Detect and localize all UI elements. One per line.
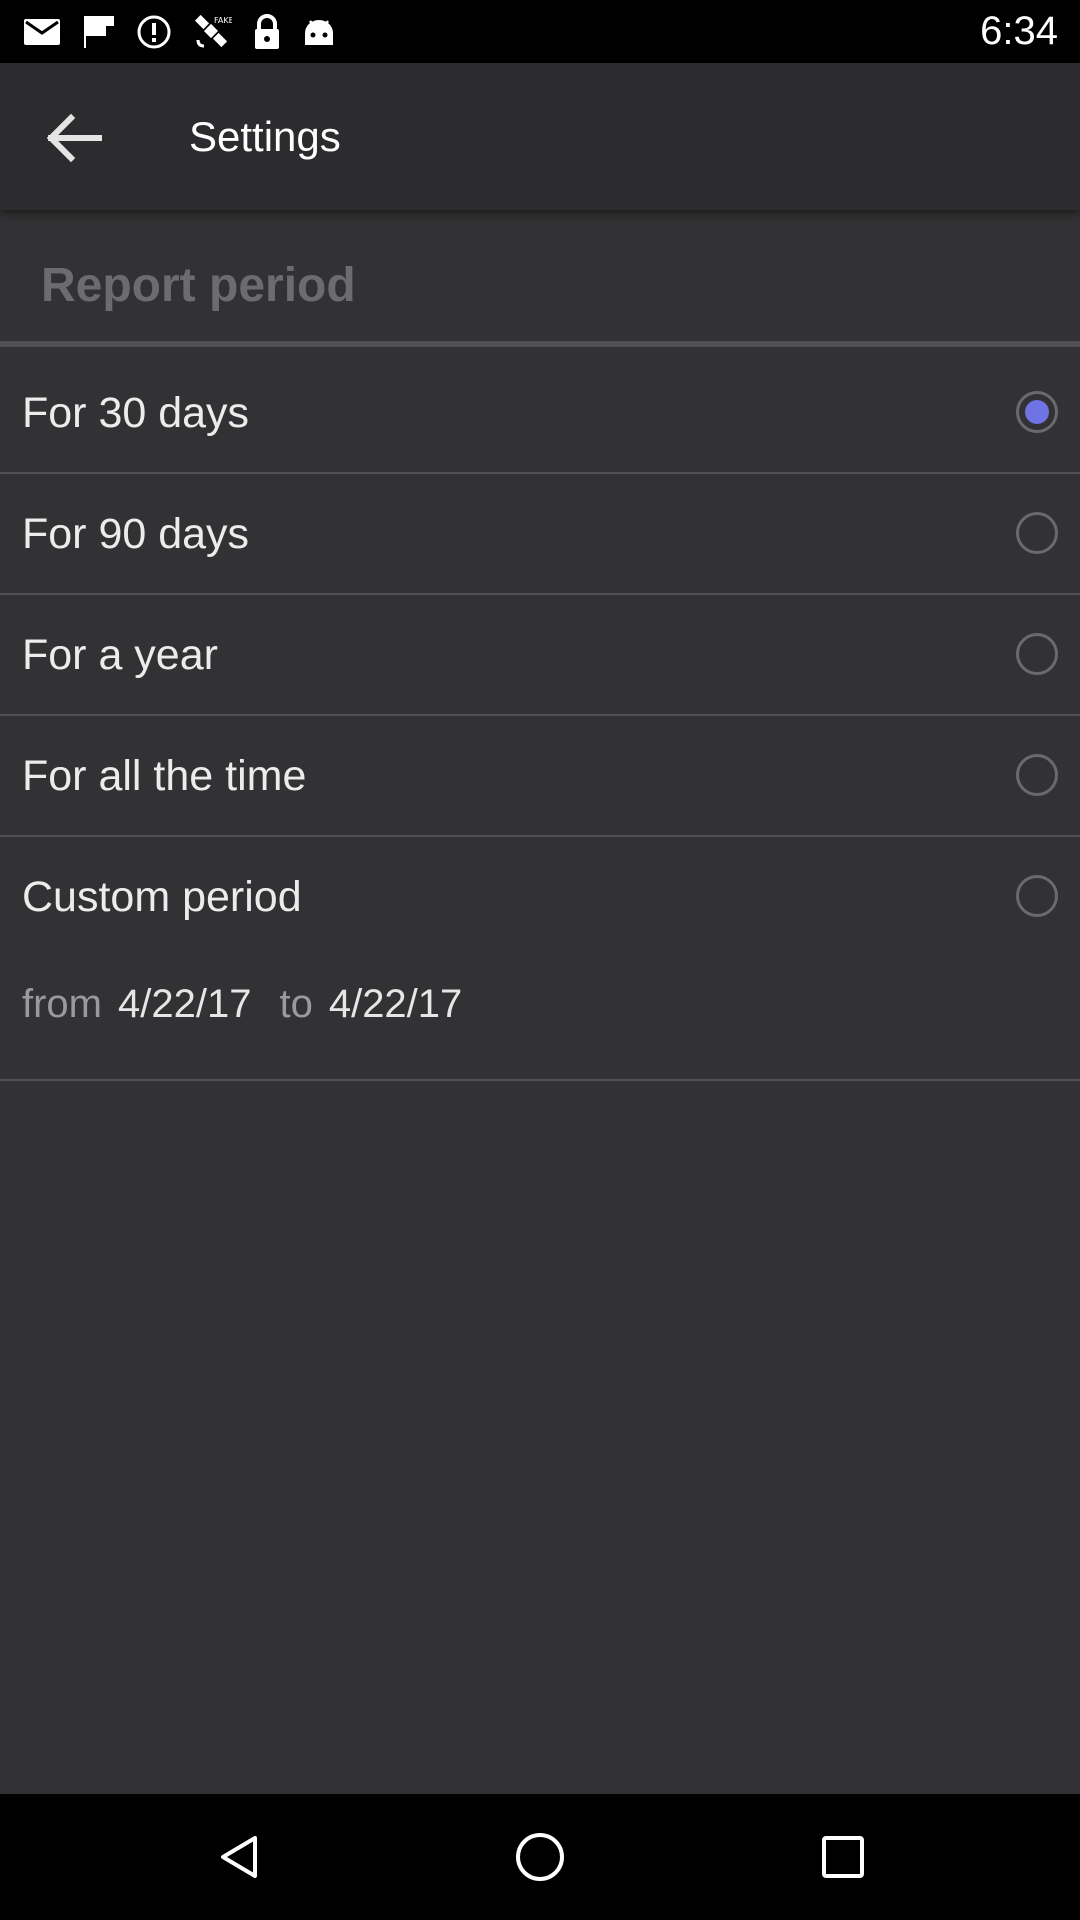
custom-date-range: from 4/22/17 to 4/22/17: [22, 964, 462, 1044]
arrow-left-icon: [46, 113, 102, 163]
mail-icon: [22, 16, 62, 48]
nav-back-button[interactable]: [210, 1827, 270, 1887]
home-circle-icon: [516, 1833, 564, 1881]
radio-button-selected[interactable]: [1016, 391, 1058, 433]
back-button[interactable]: [28, 93, 118, 183]
section-title: Report period: [41, 259, 356, 312]
report-period-options: For 30 days For 90 days For a year For a…: [0, 353, 1080, 1081]
option-30-days[interactable]: For 30 days: [0, 353, 1080, 474]
app-bar: Settings: [0, 63, 1080, 210]
radio-button[interactable]: [1016, 754, 1058, 796]
option-label: For 30 days: [22, 389, 250, 437]
flipboard-icon: [82, 14, 116, 50]
navigation-bar: [0, 1794, 1080, 1920]
back-triangle-icon: [221, 1836, 257, 1878]
status-bar: FAKE 6:34: [0, 0, 1080, 63]
screen: FAKE 6:34 Settings Report period For 30 …: [0, 0, 1080, 1920]
from-date-button[interactable]: 4/22/17: [118, 982, 251, 1027]
status-icons: FAKE: [22, 0, 336, 63]
status-time: 6:34: [980, 9, 1058, 53]
option-label: For a year: [22, 631, 218, 679]
from-label: from: [22, 981, 102, 1026]
page-title: Settings: [189, 113, 341, 160]
radio-button[interactable]: [1016, 633, 1058, 675]
option-custom-period[interactable]: Custom period: [0, 837, 1080, 958]
to-date-button[interactable]: 4/22/17: [329, 982, 462, 1027]
radio-button[interactable]: [1016, 512, 1058, 554]
custom-period-block: Custom period from 4/22/17 to 4/22/17: [0, 837, 1080, 1081]
option-a-year[interactable]: For a year: [0, 595, 1080, 716]
option-label: For all the time: [22, 752, 307, 800]
android-icon: [302, 15, 336, 49]
nav-recents-button[interactable]: [813, 1827, 873, 1887]
option-label: For 90 days: [22, 510, 250, 558]
option-90-days[interactable]: For 90 days: [0, 474, 1080, 595]
option-all-time[interactable]: For all the time: [0, 716, 1080, 837]
nav-home-button[interactable]: [510, 1827, 570, 1887]
svg-text:FAKE: FAKE: [214, 16, 232, 25]
radio-button[interactable]: [1016, 875, 1058, 917]
satellite-icon: FAKE: [192, 12, 232, 52]
lock-icon: [252, 13, 282, 51]
recents-square-icon: [822, 1836, 864, 1878]
section-header: Report period: [0, 210, 1080, 347]
to-label: to: [279, 981, 313, 1026]
option-label: Custom period: [22, 873, 302, 921]
alert-circle-icon: [136, 14, 172, 50]
